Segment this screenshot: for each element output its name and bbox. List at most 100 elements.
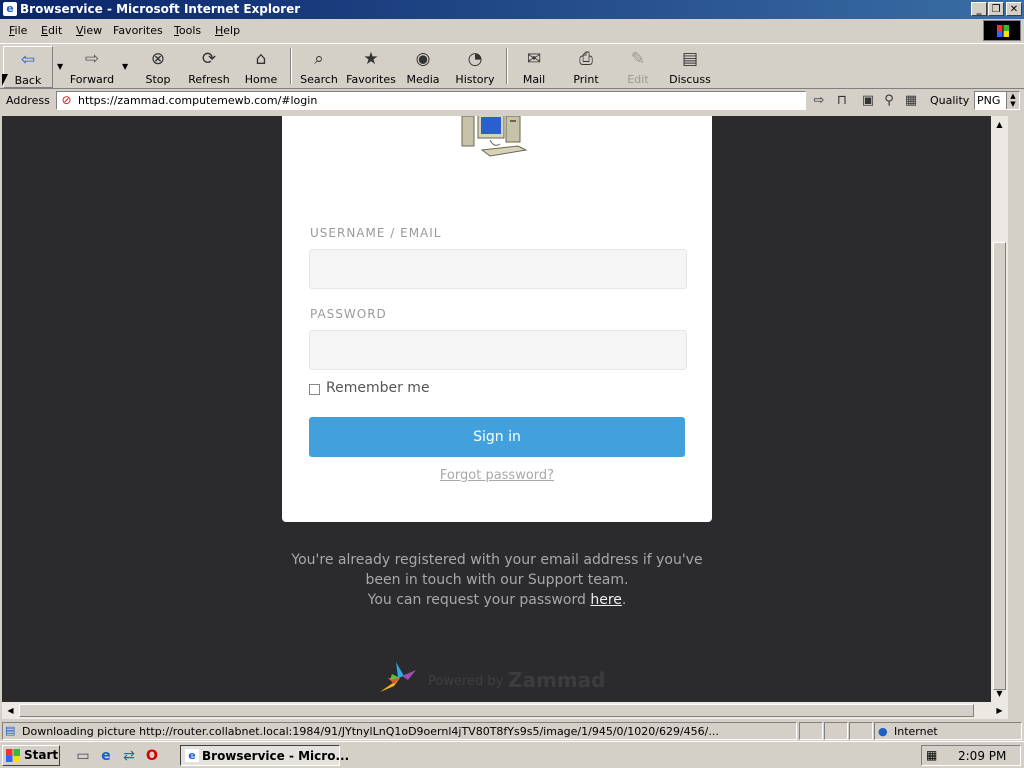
toolbar-separator [290, 48, 292, 84]
window-edge [1008, 116, 1024, 719]
history-icon: ◔ [467, 49, 483, 69]
zammad-bird-icon [380, 662, 416, 692]
ie-icon: e [185, 749, 199, 762]
history-button[interactable]: ◔ History [455, 46, 495, 88]
address-input[interactable]: ⊘ https://zammad.computemewb.com/#login [56, 91, 806, 110]
system-tray: ▦ 2:09 PM [921, 745, 1021, 766]
status-cell [824, 722, 848, 740]
discuss-icon: ▤ [681, 49, 699, 69]
minimize-button[interactable]: _ [971, 2, 987, 16]
scroll-left-icon[interactable]: ◀ [2, 702, 19, 719]
search-icon: ⌕ [314, 49, 324, 69]
toolbar: ⇦ Back ▼ ⇨ Forward ▼ ⊗ Stop ⟳ Refresh ⌂ … [0, 43, 1024, 89]
edit-button[interactable]: ✎ Edit [620, 46, 656, 88]
title-bar: e Browservice - Microsoft Internet Explo… [0, 0, 1024, 19]
menu-file[interactable]: File [9, 24, 27, 37]
network-icon[interactable]: ⇄ [120, 747, 138, 765]
status-cell [799, 722, 823, 740]
status-bar: ▤ Downloading picture http://router.coll… [0, 721, 1024, 741]
forward-button[interactable]: ⇨ Forward [68, 46, 116, 88]
print-button[interactable]: ⎙ Print [568, 46, 604, 88]
remember-me-checkbox[interactable] [309, 384, 320, 395]
page-icon: ⊘ [61, 93, 72, 107]
print-icon: ⎙ [579, 49, 593, 69]
find-icon[interactable]: ⚲ [880, 92, 898, 109]
go-arrow-icon[interactable]: ⇨ [810, 92, 828, 109]
forgot-password-link[interactable]: Forgot password? [282, 468, 712, 483]
clock[interactable]: 2:09 PM [958, 749, 1006, 763]
refresh-button[interactable]: ⟳ Refresh [186, 46, 232, 88]
menu-tools[interactable]: Tools [174, 24, 201, 37]
home-icon: ⌂ [255, 49, 267, 69]
quality-label: Quality [930, 94, 970, 107]
computer-logo-icon [461, 116, 528, 157]
powered-by-zammad[interactable]: Powered by Zammad [378, 656, 618, 696]
favorites-icon: ★ [363, 49, 379, 69]
login-card: USERNAME / EMAIL PASSWORD Remember me Si… [282, 116, 712, 522]
menu-favorites[interactable]: Favorites [113, 24, 163, 37]
taskbar: Start ▭ e ⇄ O e Browservice - Micro... ▦… [0, 741, 1024, 768]
opera-icon[interactable]: O [143, 747, 161, 765]
quality-select[interactable]: PNG ▲ ▼ [974, 91, 1020, 110]
show-desktop-icon[interactable]: ▭ [74, 747, 92, 765]
bookmark-icon[interactable]: ⊓ [833, 92, 851, 109]
menu-bar: File Edit View Favorites Tools Help [0, 19, 1024, 43]
stop-button[interactable]: ⊗ Stop [140, 46, 176, 88]
scroll-up-icon[interactable]: ▲ [991, 116, 1008, 133]
username-input[interactable] [309, 249, 687, 289]
mail-button[interactable]: ✉ Mail [516, 46, 552, 88]
search-button[interactable]: ⌕ Search [298, 46, 340, 88]
windows-logo-icon [983, 20, 1021, 41]
restore-button[interactable]: ❐ [988, 2, 1004, 16]
menu-view[interactable]: View [76, 24, 102, 37]
vertical-scrollbar[interactable]: ▲ ▼ [991, 116, 1008, 702]
ie-icon: e [3, 2, 17, 16]
quality-spinner-icon[interactable]: ▲ ▼ [1006, 92, 1019, 109]
password-input[interactable] [309, 330, 687, 370]
globe-icon: ● [878, 725, 888, 738]
windows-flag-icon [6, 749, 20, 762]
menu-edit[interactable]: Edit [41, 24, 62, 37]
status-message: ▤ Downloading picture http://router.coll… [2, 722, 797, 740]
mouse-cursor [2, 74, 8, 86]
back-dropdown-icon[interactable]: ▼ [57, 62, 63, 71]
sign-in-button[interactable]: Sign in [309, 417, 685, 457]
request-password-link[interactable]: here [590, 592, 622, 608]
username-label: USERNAME / EMAIL [310, 226, 442, 240]
page-loading-icon: ▤ [5, 724, 16, 737]
stop-icon: ⊗ [150, 49, 166, 69]
tray-network-icon[interactable]: ▦ [926, 748, 937, 762]
clipboard-icon[interactable]: ▦ [902, 92, 920, 109]
page-viewport: USERNAME / EMAIL PASSWORD Remember me Si… [2, 116, 991, 702]
address-label: Address [6, 94, 50, 107]
scroll-down-icon[interactable]: ▼ [991, 685, 1008, 702]
forward-dropdown-icon[interactable]: ▼ [122, 62, 128, 71]
security-zone: ● Internet [874, 722, 1022, 740]
close-button[interactable]: ✕ [1006, 2, 1022, 16]
zammad-wordmark: Zammad [508, 668, 606, 692]
password-label: PASSWORD [310, 307, 387, 321]
forward-arrow-icon: ⇨ [84, 49, 100, 69]
address-url[interactable]: https://zammad.computemewb.com/#login [78, 94, 317, 107]
mail-icon: ✉ [526, 49, 542, 69]
home-button[interactable]: ⌂ Home [242, 46, 280, 88]
address-bar: Address ⊘ https://zammad.computemewb.com… [0, 89, 1024, 113]
internet-explorer-icon[interactable]: e [97, 747, 115, 765]
media-button[interactable]: ◉ Media [404, 46, 442, 88]
horizontal-scroll-thumb[interactable] [19, 704, 974, 717]
back-button[interactable]: ⇦ Back [3, 46, 53, 88]
remember-me-label[interactable]: Remember me [326, 380, 430, 396]
window-title: Browservice - Microsoft Internet Explore… [20, 2, 301, 16]
discuss-button[interactable]: ▤ Discuss [668, 46, 712, 88]
scroll-right-icon[interactable]: ▶ [991, 702, 1008, 719]
start-button[interactable]: Start [2, 745, 60, 766]
horizontal-scrollbar[interactable]: ◀ ▶ [2, 702, 1008, 719]
taskbar-window-button[interactable]: e Browservice - Micro... [180, 745, 349, 766]
media-icon: ◉ [415, 49, 431, 69]
vertical-scroll-thumb[interactable] [993, 242, 1006, 690]
menu-help[interactable]: Help [215, 24, 240, 37]
view-icon[interactable]: ▣ [859, 92, 877, 109]
status-cell [849, 722, 873, 740]
favorites-button[interactable]: ★ Favorites [346, 46, 396, 88]
registration-info: You're already registered with your emai… [291, 552, 703, 608]
